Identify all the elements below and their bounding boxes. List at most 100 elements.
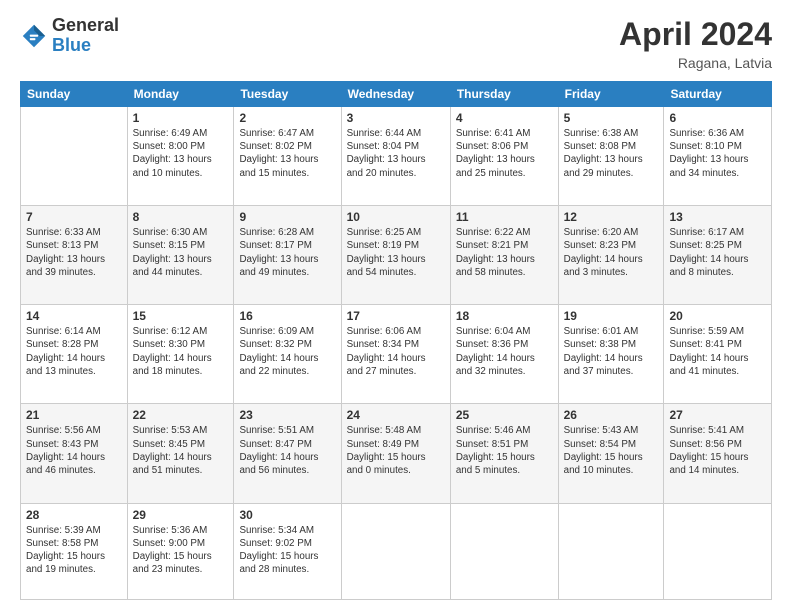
title-month: April 2024 xyxy=(619,16,772,53)
day-info: Sunrise: 6:25 AM Sunset: 8:19 PM Dayligh… xyxy=(347,226,445,279)
day-info: Sunrise: 5:39 AM Sunset: 8:58 PM Dayligh… xyxy=(26,524,122,577)
day-info: Sunrise: 5:51 AM Sunset: 8:47 PM Dayligh… xyxy=(239,424,335,477)
day-number: 21 xyxy=(26,408,122,422)
day-info: Sunrise: 6:49 AM Sunset: 8:00 PM Dayligh… xyxy=(133,127,229,180)
week-row-5: 28 Sunrise: 5:39 AM Sunset: 8:58 PM Dayli… xyxy=(21,503,772,600)
day-info: Sunrise: 6:47 AM Sunset: 8:02 PM Dayligh… xyxy=(239,127,335,180)
weekday-header-sunday: Sunday xyxy=(21,82,128,107)
calendar-cell: 19 Sunrise: 6:01 AM Sunset: 8:38 PM Dayli… xyxy=(558,305,664,404)
day-number: 28 xyxy=(26,508,122,522)
calendar-cell: 14 Sunrise: 6:14 AM Sunset: 8:28 PM Dayli… xyxy=(21,305,128,404)
calendar-cell: 20 Sunrise: 5:59 AM Sunset: 8:41 PM Dayli… xyxy=(664,305,772,404)
day-info: Sunrise: 5:48 AM Sunset: 8:49 PM Dayligh… xyxy=(347,424,445,477)
calendar-cell: 15 Sunrise: 6:12 AM Sunset: 8:30 PM Dayli… xyxy=(127,305,234,404)
day-number: 30 xyxy=(239,508,335,522)
calendar-cell: 24 Sunrise: 5:48 AM Sunset: 8:49 PM Dayli… xyxy=(341,404,450,503)
day-info: Sunrise: 6:06 AM Sunset: 8:34 PM Dayligh… xyxy=(347,325,445,378)
week-row-4: 21 Sunrise: 5:56 AM Sunset: 8:43 PM Dayli… xyxy=(21,404,772,503)
weekday-header-tuesday: Tuesday xyxy=(234,82,341,107)
calendar-cell: 9 Sunrise: 6:28 AM Sunset: 8:17 PM Daylig… xyxy=(234,206,341,305)
day-info: Sunrise: 6:12 AM Sunset: 8:30 PM Dayligh… xyxy=(133,325,229,378)
day-number: 15 xyxy=(133,309,229,323)
logo-icon xyxy=(20,22,48,50)
day-info: Sunrise: 6:01 AM Sunset: 8:38 PM Dayligh… xyxy=(564,325,659,378)
calendar-cell: 5Sunrise: 6:38 AM Sunset: 8:08 PM Daylig… xyxy=(558,107,664,206)
day-info: Sunrise: 6:28 AM Sunset: 8:17 PM Dayligh… xyxy=(239,226,335,279)
logo-blue-text: Blue xyxy=(52,36,119,56)
calendar-cell: 29 Sunrise: 5:36 AM Sunset: 9:00 PM Dayli… xyxy=(127,503,234,600)
calendar-cell: 1Sunrise: 6:49 AM Sunset: 8:00 PM Daylig… xyxy=(127,107,234,206)
weekday-header-wednesday: Wednesday xyxy=(341,82,450,107)
day-info: Sunrise: 5:36 AM Sunset: 9:00 PM Dayligh… xyxy=(133,524,229,577)
day-number: 27 xyxy=(669,408,766,422)
calendar-cell: 2 Sunrise: 6:47 AM Sunset: 8:02 PM Daylig… xyxy=(234,107,341,206)
calendar-cell: 13 Sunrise: 6:17 AM Sunset: 8:25 PM Dayli… xyxy=(664,206,772,305)
day-info: Sunrise: 6:04 AM Sunset: 8:36 PM Dayligh… xyxy=(456,325,553,378)
logo-text: General Blue xyxy=(52,16,119,56)
day-info: Sunrise: 6:22 AM Sunset: 8:21 PM Dayligh… xyxy=(456,226,553,279)
day-info: Sunrise: 5:41 AM Sunset: 8:56 PM Dayligh… xyxy=(669,424,766,477)
week-row-2: 7Sunrise: 6:33 AM Sunset: 8:13 PM Daylig… xyxy=(21,206,772,305)
day-number: 24 xyxy=(347,408,445,422)
calendar-cell: 18Sunrise: 6:04 AM Sunset: 8:36 PM Dayli… xyxy=(450,305,558,404)
calendar-cell: 7Sunrise: 6:33 AM Sunset: 8:13 PM Daylig… xyxy=(21,206,128,305)
day-info: Sunrise: 5:53 AM Sunset: 8:45 PM Dayligh… xyxy=(133,424,229,477)
week-row-1: 1Sunrise: 6:49 AM Sunset: 8:00 PM Daylig… xyxy=(21,107,772,206)
day-info: Sunrise: 5:59 AM Sunset: 8:41 PM Dayligh… xyxy=(669,325,766,378)
title-location: Ragana, Latvia xyxy=(619,55,772,71)
day-info: Sunrise: 6:30 AM Sunset: 8:15 PM Dayligh… xyxy=(133,226,229,279)
calendar-cell: 23 Sunrise: 5:51 AM Sunset: 8:47 PM Dayli… xyxy=(234,404,341,503)
day-info: Sunrise: 6:33 AM Sunset: 8:13 PM Dayligh… xyxy=(26,226,122,279)
day-number: 20 xyxy=(669,309,766,323)
header: General Blue April 2024 Ragana, Latvia xyxy=(20,16,772,71)
day-info: Sunrise: 5:46 AM Sunset: 8:51 PM Dayligh… xyxy=(456,424,553,477)
day-number: 25 xyxy=(456,408,553,422)
calendar-cell: 12 Sunrise: 6:20 AM Sunset: 8:23 PM Dayli… xyxy=(558,206,664,305)
day-number: 26 xyxy=(564,408,659,422)
calendar-cell: 26 Sunrise: 5:43 AM Sunset: 8:54 PM Dayli… xyxy=(558,404,664,503)
calendar-cell: 10 Sunrise: 6:25 AM Sunset: 8:19 PM Dayli… xyxy=(341,206,450,305)
day-number: 13 xyxy=(669,210,766,224)
calendar-cell xyxy=(450,503,558,600)
page: General Blue April 2024 Ragana, Latvia S… xyxy=(0,0,792,612)
day-info: Sunrise: 6:17 AM Sunset: 8:25 PM Dayligh… xyxy=(669,226,766,279)
day-number: 9 xyxy=(239,210,335,224)
day-info: Sunrise: 5:43 AM Sunset: 8:54 PM Dayligh… xyxy=(564,424,659,477)
day-number: 29 xyxy=(133,508,229,522)
weekday-header-row: SundayMondayTuesdayWednesdayThursdayFrid… xyxy=(21,82,772,107)
day-number: 14 xyxy=(26,309,122,323)
calendar-cell: 27 Sunrise: 5:41 AM Sunset: 8:56 PM Dayli… xyxy=(664,404,772,503)
day-number: 2 xyxy=(239,111,335,125)
calendar-cell: 22Sunrise: 5:53 AM Sunset: 8:45 PM Dayli… xyxy=(127,404,234,503)
calendar-cell: 28 Sunrise: 5:39 AM Sunset: 8:58 PM Dayli… xyxy=(21,503,128,600)
day-info: Sunrise: 5:34 AM Sunset: 9:02 PM Dayligh… xyxy=(239,524,335,577)
calendar-cell: 30 Sunrise: 5:34 AM Sunset: 9:02 PM Dayli… xyxy=(234,503,341,600)
calendar-table: SundayMondayTuesdayWednesdayThursdayFrid… xyxy=(20,81,772,600)
day-number: 12 xyxy=(564,210,659,224)
day-info: Sunrise: 6:20 AM Sunset: 8:23 PM Dayligh… xyxy=(564,226,659,279)
calendar-cell: 3 Sunrise: 6:44 AM Sunset: 8:04 PM Daylig… xyxy=(341,107,450,206)
calendar-cell: 25 Sunrise: 5:46 AM Sunset: 8:51 PM Dayli… xyxy=(450,404,558,503)
day-info: Sunrise: 6:44 AM Sunset: 8:04 PM Dayligh… xyxy=(347,127,445,180)
day-number: 16 xyxy=(239,309,335,323)
week-row-3: 14 Sunrise: 6:14 AM Sunset: 8:28 PM Dayli… xyxy=(21,305,772,404)
calendar-cell xyxy=(558,503,664,600)
calendar-cell xyxy=(21,107,128,206)
day-number: 19 xyxy=(564,309,659,323)
calendar-cell xyxy=(341,503,450,600)
weekday-header-monday: Monday xyxy=(127,82,234,107)
day-number: 10 xyxy=(347,210,445,224)
day-number: 17 xyxy=(347,309,445,323)
day-info: Sunrise: 6:36 AM Sunset: 8:10 PM Dayligh… xyxy=(669,127,766,180)
weekday-header-friday: Friday xyxy=(558,82,664,107)
calendar-cell: 4Sunrise: 6:41 AM Sunset: 8:06 PM Daylig… xyxy=(450,107,558,206)
day-info: Sunrise: 6:14 AM Sunset: 8:28 PM Dayligh… xyxy=(26,325,122,378)
day-info: Sunrise: 5:56 AM Sunset: 8:43 PM Dayligh… xyxy=(26,424,122,477)
calendar-cell xyxy=(664,503,772,600)
calendar-cell: 17 Sunrise: 6:06 AM Sunset: 8:34 PM Dayli… xyxy=(341,305,450,404)
day-number: 3 xyxy=(347,111,445,125)
day-number: 11 xyxy=(456,210,553,224)
logo: General Blue xyxy=(20,16,119,56)
day-number: 6 xyxy=(669,111,766,125)
day-number: 23 xyxy=(239,408,335,422)
